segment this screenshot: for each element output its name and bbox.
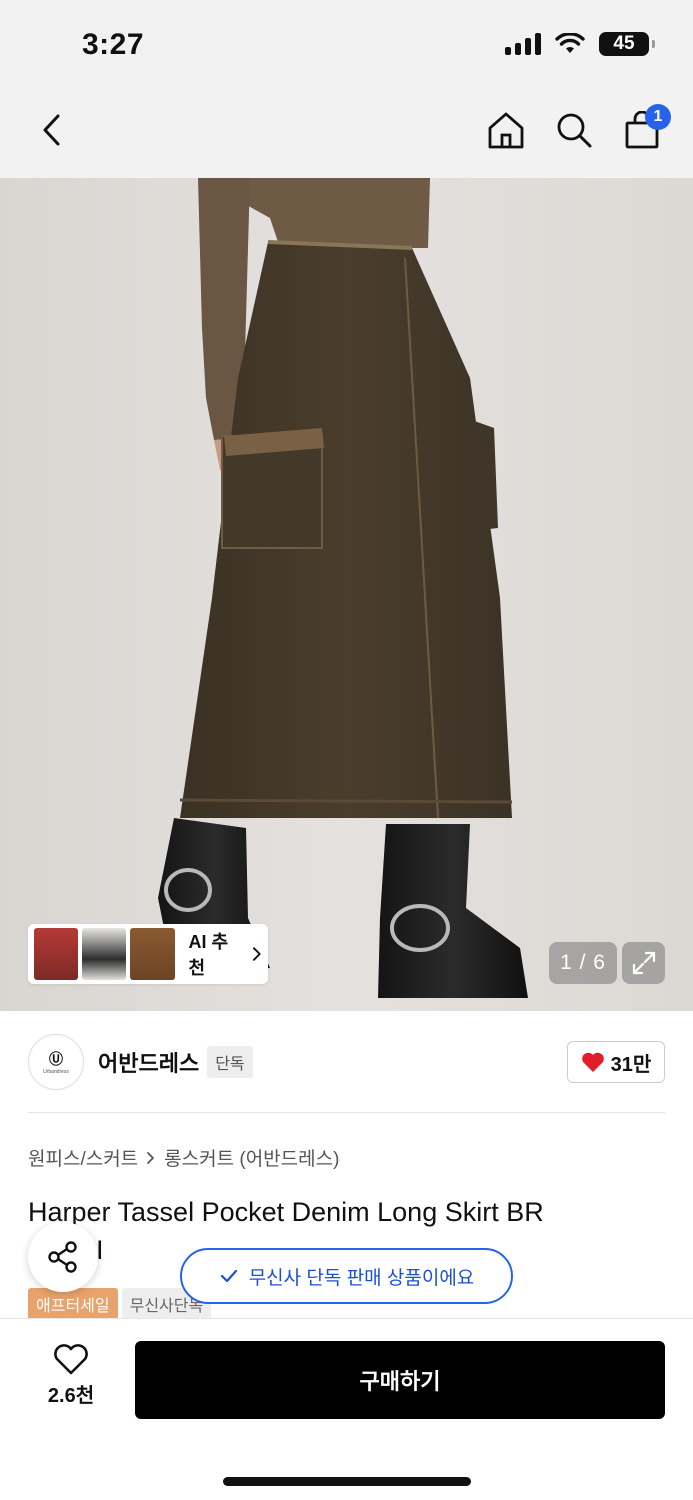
image-counter: 1 / 6 [549,942,617,984]
search-button[interactable] [553,106,595,154]
chevron-right-icon [253,947,262,961]
status-icons: 45 [505,32,655,56]
back-button[interactable] [30,108,74,152]
product-badges: 애프터세일 무신사단독 [28,1288,212,1320]
wifi-icon [555,33,585,53]
ai-recommend-label: AI 추천 [188,932,229,978]
toast-text: 무신사 단독 판매 상품이에요 [248,1267,475,1289]
brand-like-button[interactable]: 31만 [567,1041,665,1083]
recommendation-thumb-1 [34,928,79,980]
breadcrumb-category[interactable]: 원피스/스커트 [28,1144,138,1171]
skirt-photo [158,178,528,998]
expand-image-button[interactable] [622,942,665,984]
status-time: 3:27 [82,28,145,61]
product-title-line-1: Harper Tassel Pocket Denim Long Skirt BR [28,1197,544,1227]
search-icon [557,113,592,148]
nav-actions: 1 [485,104,671,154]
brand-name[interactable]: 어반드레스 [98,1046,199,1078]
signal-icon [505,33,541,55]
brand-logo[interactable]: Ⓤ Urbandress [28,1034,84,1090]
chevron-left-icon [43,114,60,146]
exclusive-toast: 무신사 단독 판매 상품이에요 [180,1248,513,1304]
bottom-bar: 2.6천 구매하기 [0,1318,693,1500]
brand-row: Ⓤ Urbandress 어반드레스 단독 31만 [28,1034,665,1090]
status-bar: 3:27 45 [0,0,693,90]
share-button[interactable] [28,1222,98,1292]
divider [28,1112,665,1113]
breadcrumb-subcategory[interactable]: 롱스커트 (어반드레스) [164,1144,339,1171]
recommendation-thumb-3 [130,928,175,980]
brand-like-count: 31만 [610,1053,652,1076]
heart-outline-icon [54,1344,88,1375]
recommendation-thumb-2 [82,928,127,980]
battery-level: 45 [613,33,635,54]
product-image[interactable] [0,178,693,1011]
chevron-right-icon [147,1151,155,1164]
heart-filled-icon [581,1052,604,1072]
cart-button[interactable]: 1 [621,104,671,154]
breadcrumb: 원피스/스커트 롱스커트 (어반드레스) [28,1144,339,1171]
home-indicator [223,1477,471,1486]
wishlist-button[interactable]: 2.6천 [30,1343,112,1415]
ai-recommendation-button[interactable]: AI 추천 [28,924,268,984]
home-button[interactable] [485,106,527,154]
buy-button[interactable]: 구매하기 [135,1341,665,1419]
brand-logo-text: Urbandress [43,1069,69,1075]
battery-icon: 45 [599,32,655,56]
brand-exclusive-tag: 단독 [207,1046,253,1078]
check-icon [220,1269,237,1283]
wishlist-count: 2.6천 [47,1385,95,1407]
share-icon [48,1241,77,1273]
home-icon [488,112,524,149]
cart-badge: 1 [645,104,671,130]
brand-logo-mark: Ⓤ [49,1051,63,1067]
expand-icon [632,951,655,975]
after-sale-badge: 애프터세일 [28,1288,118,1320]
nav-bar: 1 [0,90,693,178]
